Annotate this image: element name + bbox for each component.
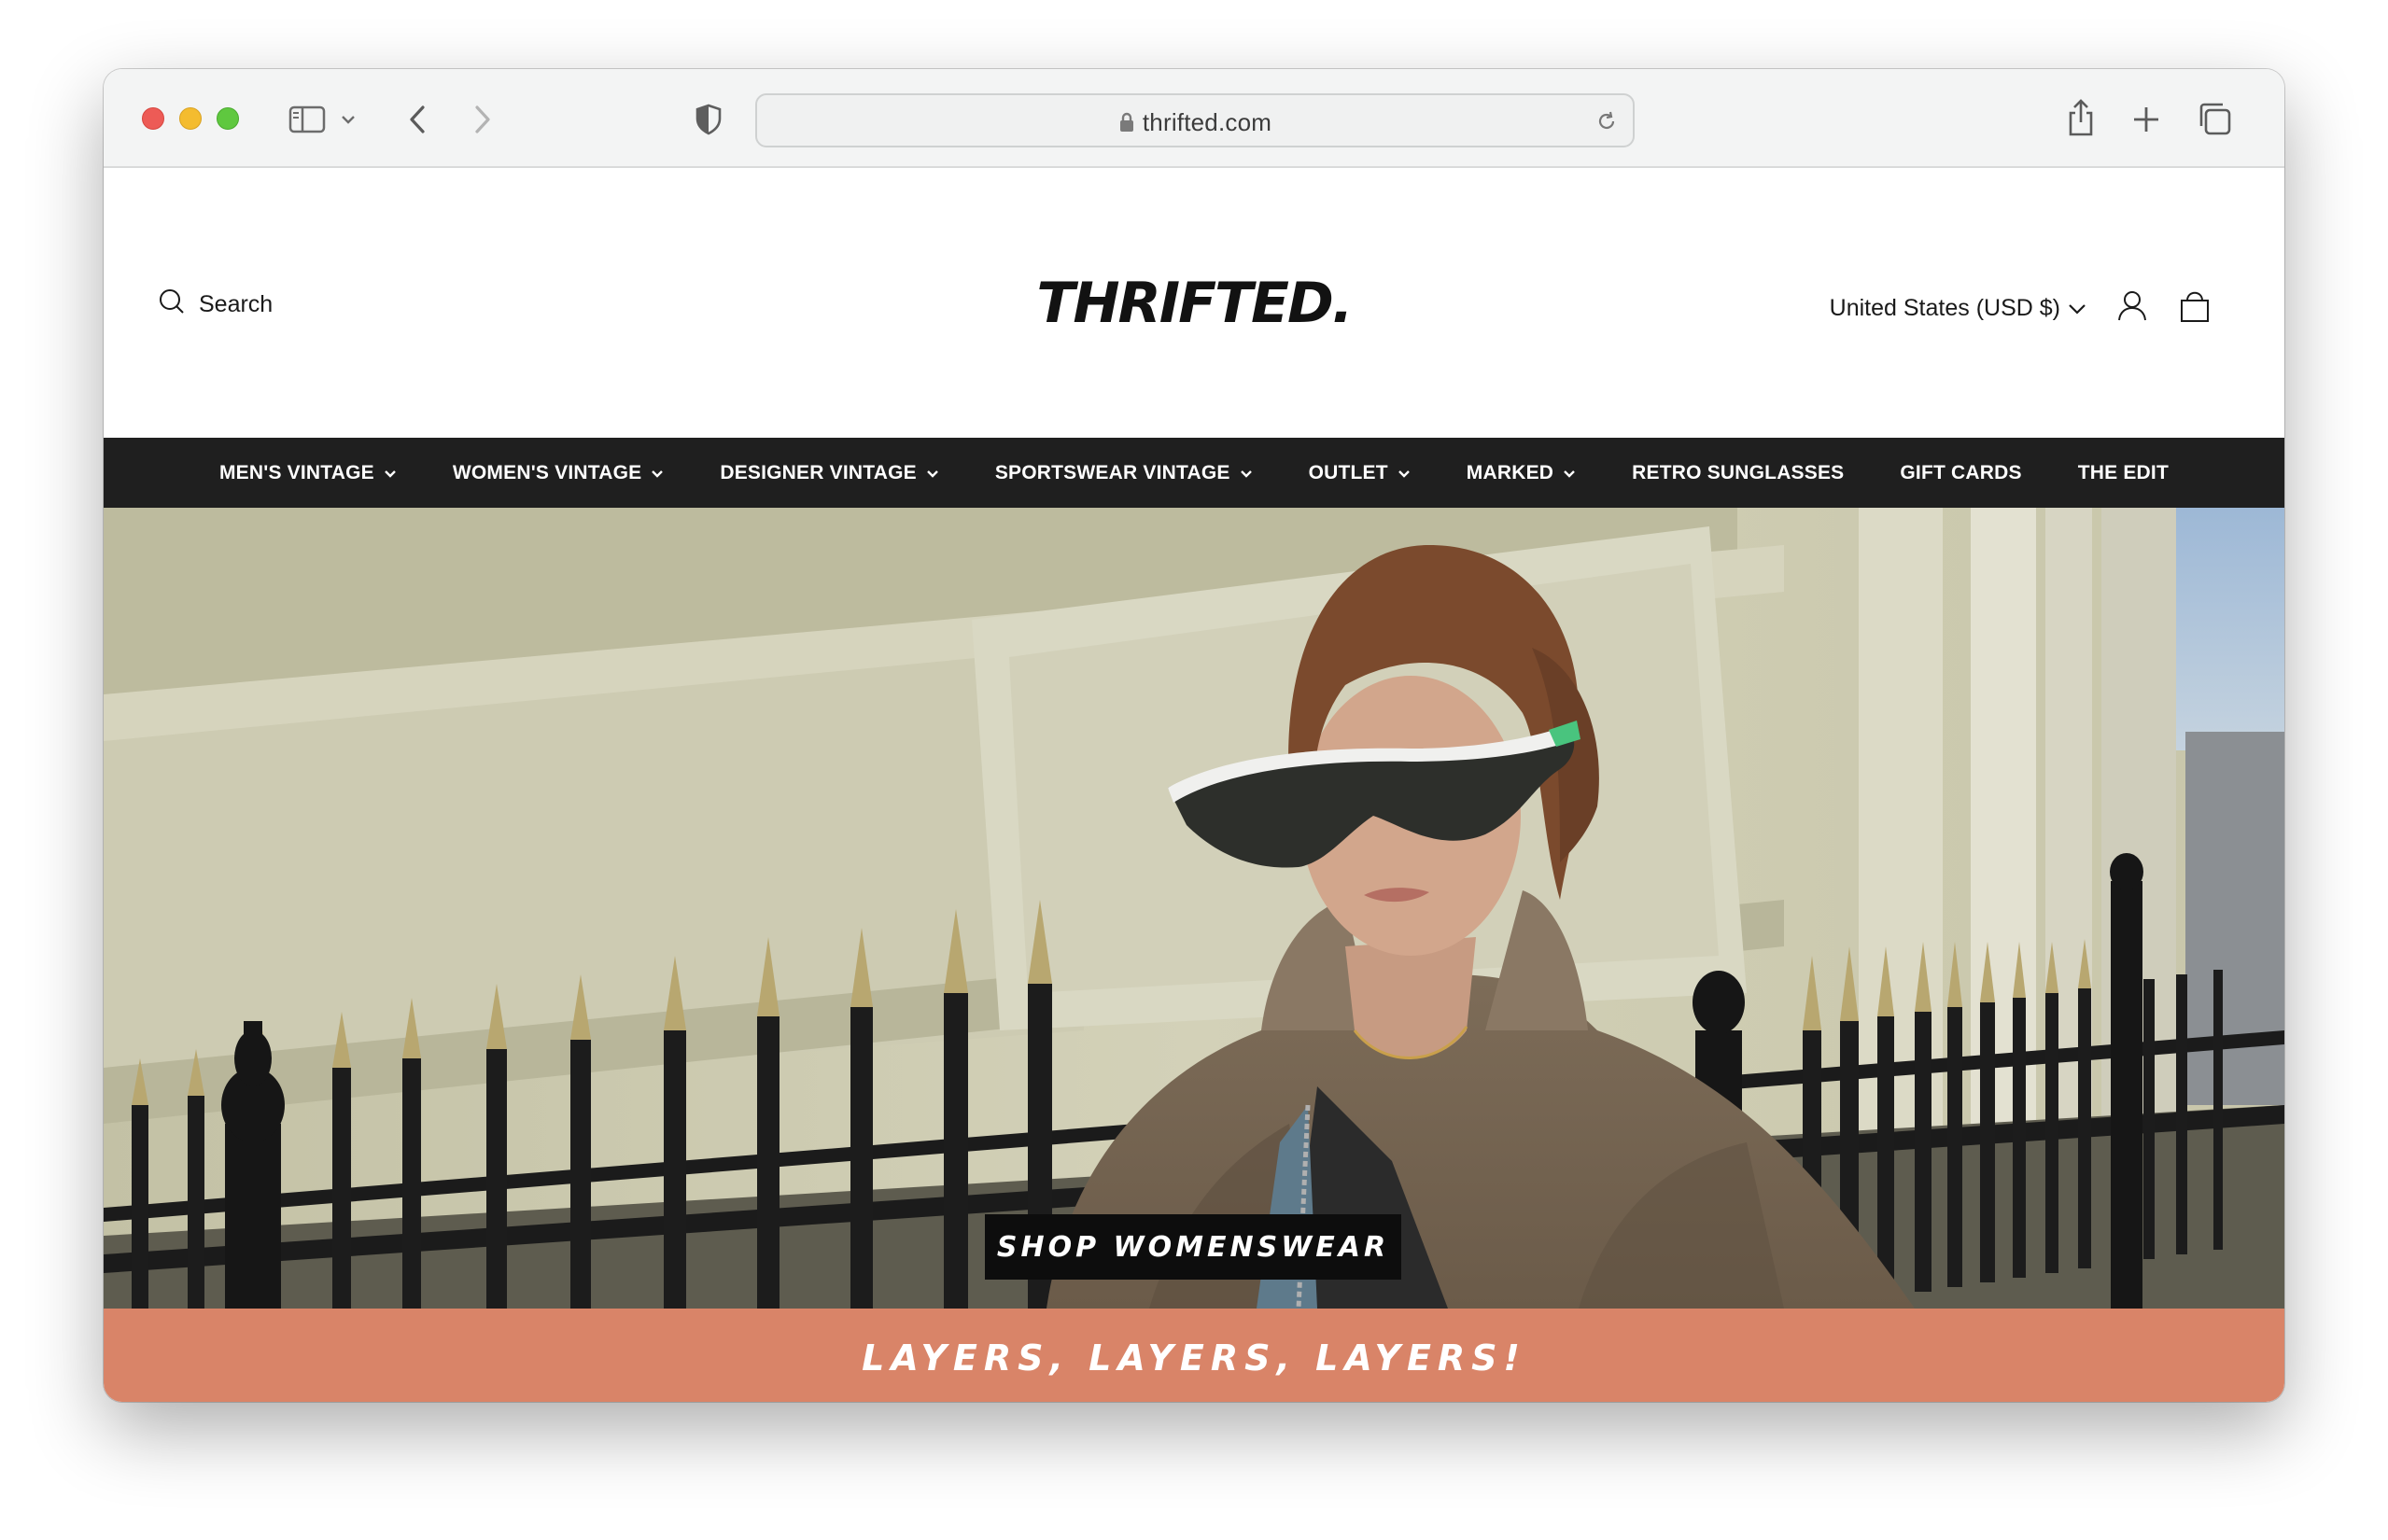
- chevron-down-icon: [651, 462, 664, 484]
- sidebar-toggle-icon[interactable]: [287, 101, 328, 138]
- lock-icon: [1118, 111, 1135, 140]
- chevron-down-icon: [1563, 462, 1576, 484]
- nav-item-label: RETRO SUNGLASSES: [1632, 461, 1845, 483]
- close-window-button[interactable]: [142, 107, 164, 130]
- forward-icon[interactable]: [466, 101, 499, 138]
- web-page: Search THRIFTED. United States (USD $) M…: [104, 170, 2284, 1402]
- shop-womenswear-button[interactable]: SHOP WOMENSWEAR: [985, 1214, 1401, 1280]
- promo-banner-text: LAYERS, LAYERS, LAYERS!: [862, 1337, 1526, 1379]
- nav-item-label: WOMEN'S VINTAGE: [452, 461, 642, 483]
- header-actions: United States (USD $): [1830, 287, 2212, 329]
- share-icon[interactable]: [2062, 95, 2100, 140]
- chevron-down-icon: [926, 462, 939, 484]
- nav-item-retro-sunglasses[interactable]: RETRO SUNGLASSES: [1604, 462, 1872, 484]
- cart-icon[interactable]: [2178, 287, 2212, 329]
- nav-item-sportswear-vintage[interactable]: SPORTSWEAR VINTAGE: [967, 462, 1281, 484]
- country-label: United States (USD $): [1829, 295, 2060, 321]
- country-currency-selector[interactable]: United States (USD $): [1830, 295, 2086, 322]
- back-icon[interactable]: [400, 101, 434, 138]
- zoom-window-button[interactable]: [217, 107, 239, 130]
- browser-toolbar: thrifted.com: [104, 69, 2284, 168]
- chevron-down-icon: [2068, 295, 2086, 322]
- nav-item-womens-vintage[interactable]: WOMEN'S VINTAGE: [425, 462, 692, 484]
- nav-item-label: THE EDIT: [2077, 461, 2169, 483]
- nav-item-mens-vintage[interactable]: MEN'S VINTAGE: [191, 462, 425, 484]
- nav-item-label: OUTLET: [1308, 461, 1388, 483]
- nav-item-label: MEN'S VINTAGE: [218, 461, 374, 483]
- url-text: thrifted.com: [1142, 108, 1272, 136]
- nav-item-label: GIFT CARDS: [1900, 461, 2022, 483]
- minimize-window-button[interactable]: [179, 107, 202, 130]
- browser-window: thrifted.com Search THRIFTED. United Sta…: [104, 69, 2284, 1402]
- account-icon[interactable]: [2116, 289, 2148, 328]
- chevron-down-icon[interactable]: [337, 106, 359, 133]
- nav-item-the-edit[interactable]: THE EDIT: [2050, 462, 2197, 484]
- promo-banner: LAYERS, LAYERS, LAYERS!: [104, 1309, 2284, 1402]
- nav-item-label: SPORTSWEAR VINTAGE: [994, 461, 1230, 483]
- reload-icon[interactable]: [1594, 108, 1620, 134]
- nav-item-outlet[interactable]: OUTLET: [1281, 462, 1439, 484]
- chevron-down-icon: [1398, 462, 1411, 484]
- chevron-down-icon: [384, 462, 397, 484]
- privacy-shield-icon[interactable]: [692, 101, 725, 138]
- main-navigation: MEN'S VINTAGE WOMEN'S VINTAGE DESIGNER V…: [104, 438, 2284, 508]
- hero-banner[interactable]: SHOP WOMENSWEAR: [104, 508, 2284, 1309]
- nav-item-gift-cards[interactable]: GIFT CARDS: [1872, 462, 2049, 484]
- nav-item-marked[interactable]: MARKED: [1439, 462, 1604, 484]
- chevron-down-icon: [1240, 462, 1253, 484]
- hero-image: [104, 508, 2284, 1309]
- new-tab-icon[interactable]: [2129, 101, 2163, 138]
- nav-item-designer-vintage[interactable]: DESIGNER VINTAGE: [692, 462, 967, 484]
- desktop-background: thrifted.com Search THRIFTED. United Sta…: [0, 0, 2388, 1540]
- address-bar[interactable]: thrifted.com: [755, 93, 1635, 147]
- url-display: thrifted.com: [757, 108, 1633, 140]
- nav-item-label: DESIGNER VINTAGE: [720, 461, 917, 483]
- tab-overview-icon[interactable]: [2195, 99, 2234, 138]
- nav-item-label: MARKED: [1466, 461, 1554, 483]
